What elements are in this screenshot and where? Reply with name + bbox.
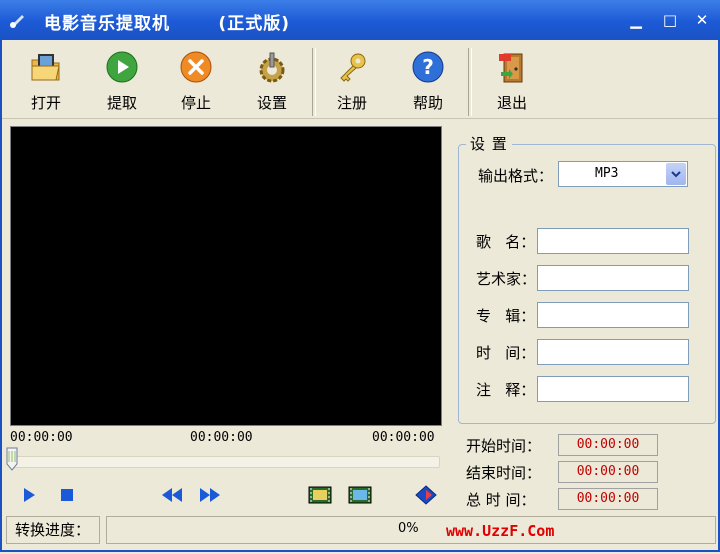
title-bar: 电影音乐提取机 (正式版) ▁ □ ✕ — [0, 0, 720, 40]
toolbar-separator — [312, 48, 316, 116]
end-time-value: 00:00:00 — [558, 461, 658, 483]
svg-text:?: ? — [422, 55, 434, 79]
total-time-label: 总 时 间： — [466, 491, 536, 509]
settings-label: 设置 — [256, 94, 287, 112]
song-input[interactable] — [537, 228, 689, 254]
stop-icon[interactable] — [56, 485, 78, 505]
comment-input[interactable] — [537, 376, 689, 402]
settings-button[interactable]: 设置 — [242, 50, 302, 116]
extract-label: 提取 — [106, 94, 137, 112]
time-start: 00:00:00 — [10, 430, 73, 445]
folder-film-icon — [31, 54, 60, 81]
artist-input[interactable] — [537, 265, 689, 291]
seek-slider-track[interactable] — [10, 456, 440, 468]
mark-end-icon[interactable] — [348, 485, 372, 505]
window-title: 电影音乐提取机 (正式版) — [44, 14, 290, 34]
time-mid: 00:00:00 — [190, 430, 253, 445]
help-button[interactable]: ? 帮助 — [398, 50, 458, 116]
progress-label: 转换进度： — [6, 516, 100, 544]
album-input[interactable] — [537, 302, 689, 328]
key-icon — [340, 53, 366, 82]
rewind-icon[interactable] — [160, 485, 184, 505]
stop-button[interactable]: 停止 — [166, 50, 226, 116]
exit-label: 退出 — [496, 94, 527, 112]
exit-button[interactable]: 退出 — [482, 50, 542, 116]
open-button[interactable]: 打开 — [16, 50, 76, 116]
time-label: 时 间： — [476, 344, 536, 362]
maximize-button[interactable]: □ — [662, 12, 678, 28]
chevron-down-icon[interactable] — [666, 163, 686, 185]
help-label: 帮助 — [412, 94, 443, 112]
fast-forward-icon[interactable] — [198, 485, 222, 505]
format-select[interactable]: MP3 — [558, 161, 688, 187]
song-label: 歌 名： — [476, 233, 536, 251]
close-button[interactable]: ✕ — [694, 12, 710, 28]
start-time-value: 00:00:00 — [558, 434, 658, 456]
progress-percent: 0% — [398, 521, 419, 536]
toolbar-separator — [468, 48, 472, 116]
time-end: 00:00:00 — [372, 430, 435, 445]
watermark-text: www.UzzF.Com — [446, 522, 555, 540]
artist-label: 艺术家： — [476, 270, 537, 288]
total-time-value: 00:00:00 — [558, 488, 658, 510]
register-label: 注册 — [336, 94, 367, 112]
minimize-button[interactable]: ▁ — [628, 12, 644, 28]
play-icon[interactable] — [18, 485, 40, 505]
volume-diamond-icon[interactable] — [414, 485, 438, 505]
comment-label: 注 释： — [476, 381, 536, 399]
video-preview — [10, 126, 442, 426]
end-time-label: 结束时间： — [466, 464, 542, 482]
open-label: 打开 — [30, 94, 61, 112]
time-input[interactable] — [537, 339, 689, 365]
start-time-label: 开始时间： — [466, 437, 542, 455]
play-circle-icon — [106, 51, 138, 83]
gear-icon — [259, 52, 285, 83]
seek-slider-thumb[interactable] — [6, 447, 18, 471]
exit-door-icon — [499, 53, 523, 83]
settings-group-title: 设 置 — [466, 133, 512, 154]
register-button[interactable]: 注册 — [322, 50, 382, 116]
mark-start-icon[interactable] — [308, 485, 332, 505]
music-note-icon — [10, 15, 24, 28]
extract-button[interactable]: 提取 — [92, 50, 152, 116]
question-circle-icon: ? — [412, 51, 444, 83]
stop-label: 停止 — [180, 94, 211, 112]
stop-circle-icon — [180, 51, 212, 83]
toolbar: 打开 提取 停止 设置 注册 ? 帮助 退出 — [2, 40, 718, 119]
format-select-value: MP3 — [595, 166, 619, 181]
format-label: 输出格式： — [478, 167, 554, 185]
album-label: 专 辑： — [476, 307, 536, 325]
